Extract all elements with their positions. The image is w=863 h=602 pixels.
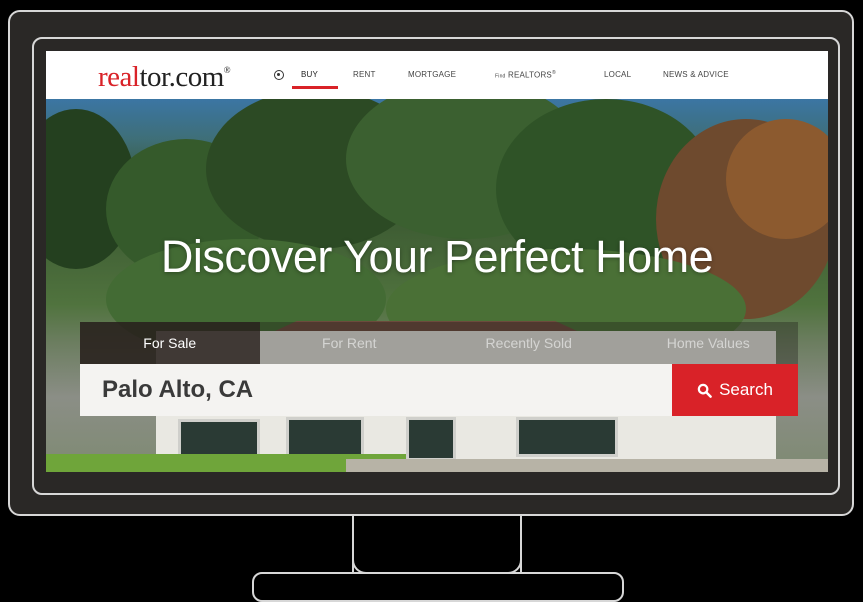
house-door bbox=[406, 417, 456, 461]
site-header: realtor.com® BUY RENT MORTGAGE Find REAL… bbox=[46, 51, 828, 99]
tab-for-rent[interactable]: For Rent bbox=[259, 322, 439, 364]
tab-for-sale[interactable]: For Sale bbox=[80, 322, 260, 364]
tab-recently-sold[interactable]: Recently Sold bbox=[439, 322, 619, 364]
monitor-neck bbox=[352, 516, 522, 574]
search-icon bbox=[697, 383, 712, 398]
site-logo[interactable]: realtor.com® bbox=[98, 61, 231, 94]
browser-screen: realtor.com® BUY RENT MORTGAGE Find REAL… bbox=[46, 51, 828, 472]
hero-background-image bbox=[46, 99, 828, 359]
nav-realtors-label: REALTORS bbox=[507, 70, 552, 80]
location-search-input[interactable] bbox=[80, 364, 672, 416]
nav-buy[interactable]: BUY bbox=[301, 70, 318, 79]
logo-text: tor.com bbox=[139, 61, 224, 93]
search-tabs: For Sale For Rent Recently Sold Home Val… bbox=[80, 322, 798, 364]
tab-home-values[interactable]: Home Values bbox=[618, 322, 798, 364]
nav-find-realtors[interactable]: Find REALTORS® bbox=[495, 70, 556, 80]
nav-local[interactable]: LOCAL bbox=[604, 70, 631, 79]
driveway bbox=[346, 459, 828, 472]
hero-section: Discover Your Perfect Home For Sale For … bbox=[46, 99, 828, 472]
logo-red-text: real bbox=[98, 61, 140, 93]
nav-realtors-mark: ® bbox=[551, 70, 556, 76]
house-window bbox=[516, 417, 618, 457]
hero-headline: Discover Your Perfect Home bbox=[160, 231, 714, 282]
nav-mortgage[interactable]: MORTGAGE bbox=[408, 70, 456, 79]
location-target-icon[interactable] bbox=[274, 70, 284, 80]
monitor-base bbox=[252, 572, 624, 602]
nav-rent[interactable]: RENT bbox=[353, 70, 376, 79]
nav-news-advice[interactable]: NEWS & ADVICE bbox=[663, 70, 729, 79]
search-button-label: Search bbox=[719, 380, 773, 399]
logo-registered-mark: ® bbox=[223, 65, 231, 75]
search-button[interactable]: Search bbox=[672, 364, 798, 416]
nav-find-prefix: Find bbox=[495, 73, 506, 80]
nav-active-underline bbox=[292, 86, 338, 89]
